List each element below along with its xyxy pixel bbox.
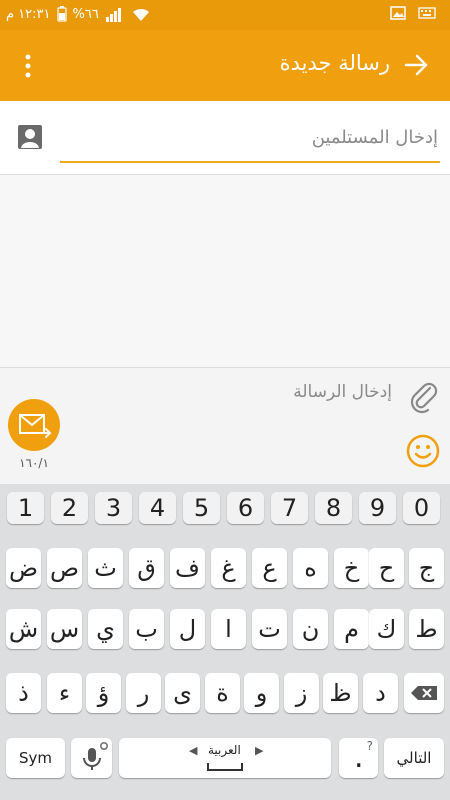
key-number[interactable]: 6 xyxy=(227,492,264,524)
app-bar: رسالة جديدة xyxy=(0,30,450,101)
key-letter[interactable]: ك xyxy=(369,609,404,649)
key-letter[interactable]: ب xyxy=(129,609,164,649)
key-letter[interactable]: س xyxy=(47,609,82,649)
key-letter[interactable]: ظ xyxy=(323,673,358,713)
space-indicator xyxy=(207,763,243,771)
key-letter[interactable]: م xyxy=(334,609,369,649)
image-icon xyxy=(390,6,406,20)
message-input[interactable]: إدخال الرسالة xyxy=(293,382,392,402)
key-letter[interactable]: ش xyxy=(6,609,41,649)
key-letter[interactable]: د xyxy=(363,673,398,713)
status-bar: ١٢:٣١ م %٦٦ xyxy=(0,0,450,30)
clock: ١٢:٣١ م xyxy=(6,6,51,22)
key-number[interactable]: 0 xyxy=(403,492,440,524)
key-letter[interactable]: ث xyxy=(88,548,123,588)
conversation-area xyxy=(0,175,450,368)
key-number[interactable]: 4 xyxy=(139,492,176,524)
period-hint: ? xyxy=(366,739,373,753)
gear-icon xyxy=(99,741,109,751)
key-letter[interactable]: ر xyxy=(126,673,161,713)
key-letter[interactable]: ع xyxy=(252,548,287,588)
status-left: ١٢:٣١ م %٦٦ xyxy=(6,6,151,22)
key-number[interactable]: 9 xyxy=(359,492,396,524)
key-letter[interactable]: ذ xyxy=(6,673,41,713)
key-letter[interactable]: ق xyxy=(129,548,164,588)
key-letter[interactable]: و xyxy=(244,673,279,713)
spacebar-key[interactable]: ◀ العربية ▶ xyxy=(119,738,331,778)
key-letter[interactable]: ز xyxy=(284,673,319,713)
key-letter[interactable]: ط xyxy=(409,609,444,649)
battery-icon xyxy=(56,6,67,22)
key-number[interactable]: 7 xyxy=(271,492,308,524)
next-key[interactable]: التالي xyxy=(384,738,444,778)
key-letter[interactable]: ج xyxy=(409,548,444,588)
compose-section: إدخال الرسالة ١٦٠/١ xyxy=(0,368,450,484)
keyboard: 1 2 3 4 5 6 7 8 9 0 ض ص ث ق ف غ ع ه خ ح … xyxy=(0,484,450,800)
period-label: . xyxy=(354,740,364,775)
wifi-icon xyxy=(132,8,149,21)
send-button[interactable] xyxy=(8,399,60,451)
mic-key[interactable] xyxy=(71,738,112,778)
arrow-right-icon[interactable] xyxy=(402,50,432,80)
key-letter[interactable]: ن xyxy=(293,609,328,649)
contact-icon[interactable] xyxy=(17,124,43,150)
key-letter[interactable]: ت xyxy=(252,609,287,649)
period-key[interactable]: ? . xyxy=(339,738,378,778)
key-number[interactable]: 2 xyxy=(51,492,88,524)
status-right xyxy=(390,6,436,20)
language-label: العربية xyxy=(208,743,241,757)
key-letter[interactable]: ل xyxy=(170,609,205,649)
smiley-icon[interactable] xyxy=(406,434,440,468)
key-letter[interactable]: ا xyxy=(211,609,246,649)
key-letter[interactable]: ء xyxy=(47,673,82,713)
next-language-icon: ▶ xyxy=(255,744,264,757)
key-letter[interactable]: ض xyxy=(6,548,41,588)
key-letter[interactable]: ص xyxy=(47,548,82,588)
key-letter[interactable]: ى xyxy=(165,673,200,713)
signal-icon xyxy=(105,8,121,22)
key-number[interactable]: 3 xyxy=(95,492,132,524)
key-letter[interactable]: غ xyxy=(211,548,246,588)
recipients-input[interactable]: إدخال المستلمين xyxy=(60,123,440,163)
key-letter[interactable]: ة xyxy=(205,673,240,713)
more-vert-icon[interactable] xyxy=(18,52,38,80)
key-letter[interactable]: ؤ xyxy=(86,673,121,713)
key-letter[interactable]: خ xyxy=(334,548,369,588)
page-title: رسالة جديدة xyxy=(279,51,390,75)
sym-key[interactable]: Sym xyxy=(6,738,65,778)
prev-language-icon: ◀ xyxy=(189,744,198,757)
char-counter: ١٦٠/١ xyxy=(19,456,49,470)
key-number[interactable]: 1 xyxy=(7,492,44,524)
key-letter[interactable]: ف xyxy=(170,548,205,588)
recipients-section: إدخال المستلمين xyxy=(0,101,450,175)
key-letter[interactable]: ح xyxy=(369,548,404,588)
battery-percent: %٦٦ xyxy=(72,6,99,22)
send-mms-icon xyxy=(19,414,52,438)
key-letter[interactable]: ه xyxy=(293,548,328,588)
paperclip-icon[interactable] xyxy=(408,380,440,414)
key-number[interactable]: 5 xyxy=(183,492,220,524)
key-number[interactable]: 8 xyxy=(315,492,352,524)
keyboard-icon xyxy=(418,7,436,19)
backspace-key[interactable] xyxy=(404,673,444,713)
backspace-icon xyxy=(411,686,437,700)
key-letter[interactable]: ي xyxy=(88,609,123,649)
